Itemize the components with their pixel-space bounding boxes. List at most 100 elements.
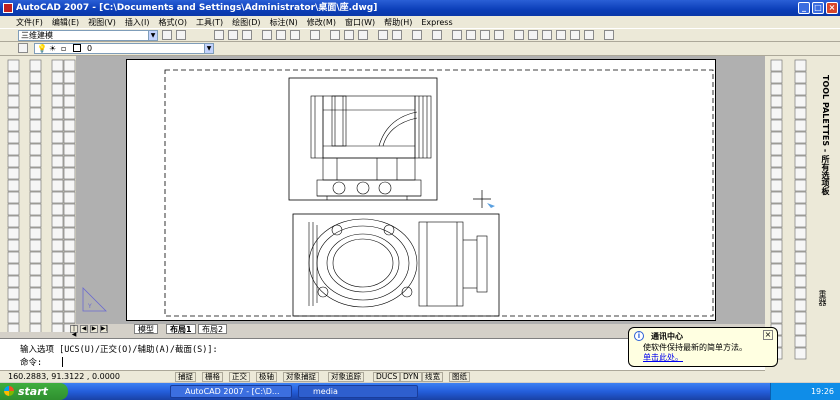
lineweight-button[interactable]: 线宽	[422, 372, 443, 382]
tool-icon	[794, 203, 807, 216]
block-editor-icon[interactable]	[392, 30, 402, 40]
last-tab-button[interactable]: ▶|	[100, 325, 108, 333]
menu-dimension[interactable]: 标注(N)	[270, 17, 298, 28]
tool-icon	[63, 263, 76, 276]
copy-icon[interactable]	[344, 30, 354, 40]
menu-window[interactable]: 窗口(W)	[345, 17, 375, 28]
balloon-link[interactable]: 单击此处。	[643, 352, 683, 363]
menu-modify[interactable]: 修改(M)	[307, 17, 336, 28]
tool-icon	[29, 263, 42, 276]
menu-insert[interactable]: 插入(I)	[125, 17, 150, 28]
tool-icon	[770, 131, 783, 144]
tool-icon	[770, 119, 783, 132]
clock[interactable]: 19:26	[811, 387, 834, 396]
menu-view[interactable]: 视图(V)	[88, 17, 116, 28]
polar-button[interactable]: 极轴	[256, 372, 277, 382]
start-label: start	[18, 385, 48, 398]
tool-icon	[63, 239, 76, 252]
3d-dwf-icon[interactable]	[310, 30, 320, 40]
tool-icon	[7, 251, 20, 264]
menu-tools[interactable]: 工具(T)	[196, 17, 223, 28]
first-tab-button[interactable]: |◀	[70, 325, 78, 338]
properties-icon[interactable]	[514, 30, 524, 40]
balloon-close-button[interactable]: ×	[763, 330, 773, 340]
osnap-button[interactable]: 对象捕捉	[283, 372, 319, 382]
sheet-set-icon[interactable]	[556, 30, 566, 40]
save-icon[interactable]	[242, 30, 252, 40]
tool-icon	[51, 251, 64, 264]
help-icon[interactable]	[604, 30, 614, 40]
left-tool-icons[interactable]	[0, 56, 76, 336]
markup-icon[interactable]	[570, 30, 580, 40]
layer-manager-icon[interactable]	[18, 43, 28, 53]
snap-button[interactable]: 捕捉	[175, 372, 196, 382]
zoom-previous-icon[interactable]	[494, 30, 504, 40]
tab-model[interactable]: 模型	[134, 324, 158, 334]
new-file-icon[interactable]	[214, 30, 224, 40]
chevron-down-icon[interactable]: ▼	[204, 44, 213, 53]
tool-icon	[7, 119, 20, 132]
tool-icon	[770, 155, 783, 168]
zoom-window-icon[interactable]	[480, 30, 490, 40]
menu-express[interactable]: Express	[421, 18, 452, 27]
dyn-button[interactable]: DYN	[400, 372, 422, 382]
tool-icon	[770, 227, 783, 240]
palette-section-tab[interactable]: 重器	[817, 290, 828, 306]
publish-icon[interactable]	[290, 30, 300, 40]
undo-icon[interactable]	[412, 30, 422, 40]
maximize-button[interactable]: □	[812, 2, 824, 14]
open-file-icon[interactable]	[228, 30, 238, 40]
tool-icon	[29, 203, 42, 216]
coordinate-readout[interactable]: 160.2883, 91.3122 , 0.0000	[8, 371, 120, 382]
ducs-button[interactable]: DUCS	[373, 372, 401, 382]
redo-icon[interactable]	[432, 30, 442, 40]
taskbar-item-autocad[interactable]: AutoCAD 2007 - [C:\D...	[170, 385, 292, 398]
menu-edit[interactable]: 编辑(E)	[52, 17, 79, 28]
design-center-icon[interactable]	[528, 30, 538, 40]
tool-icon	[63, 251, 76, 264]
menu-help[interactable]: 帮助(H)	[384, 17, 412, 28]
tool-icon	[51, 107, 64, 120]
next-tab-button[interactable]: ▶	[90, 325, 98, 333]
tool-icon	[63, 227, 76, 240]
tool-icon	[770, 59, 783, 72]
menu-draw[interactable]: 绘图(D)	[232, 17, 260, 28]
cut-icon[interactable]	[330, 30, 340, 40]
pan-icon[interactable]	[452, 30, 462, 40]
tab-layout2[interactable]: 布局2	[198, 324, 228, 334]
paper-sheet[interactable]	[126, 59, 716, 321]
taskbar-item-media[interactable]: media	[298, 385, 418, 398]
workspace-save-icon[interactable]	[176, 30, 186, 40]
grid-button[interactable]: 栅格	[202, 372, 223, 382]
command-prompt[interactable]: 命令:	[20, 356, 42, 368]
start-button[interactable]: start	[0, 383, 68, 400]
workspace-select[interactable]: 三维建模 ▼	[18, 30, 158, 41]
zoom-realtime-icon[interactable]	[466, 30, 476, 40]
drawing-svg[interactable]	[127, 60, 717, 322]
menu-file[interactable]: 文件(F)	[16, 17, 43, 28]
paste-icon[interactable]	[358, 30, 368, 40]
command-history: 输入选项 [UCS(U)/正交(O)/辅助(A)/截面(S)]:	[20, 345, 218, 355]
tool-icon	[29, 107, 42, 120]
ortho-button[interactable]: 正交	[229, 372, 250, 382]
print-preview-icon[interactable]	[276, 30, 286, 40]
tab-layout1[interactable]: 布局1	[166, 324, 196, 334]
prev-tab-button[interactable]: ◀	[80, 325, 88, 333]
match-properties-icon[interactable]	[378, 30, 388, 40]
calculator-icon[interactable]	[584, 30, 594, 40]
chevron-down-icon[interactable]: ▼	[148, 31, 157, 40]
close-button[interactable]: ×	[826, 2, 838, 14]
sun-icon: ☀	[49, 44, 57, 53]
drawing-area[interactable]: Y	[76, 56, 765, 324]
tool-icon	[29, 179, 42, 192]
otrack-button[interactable]: 对象追踪	[328, 372, 364, 382]
paper-button[interactable]: 图纸	[449, 372, 470, 382]
print-icon[interactable]	[262, 30, 272, 40]
tool-palettes-icon[interactable]	[542, 30, 552, 40]
layer-select[interactable]: 💡 ☀ ▫ 0 ▼	[34, 43, 214, 54]
autocad-app-icon[interactable]	[3, 3, 13, 13]
menu-format[interactable]: 格式(O)	[158, 17, 187, 28]
minimize-button[interactable]: _	[798, 2, 810, 14]
tool-icon	[63, 191, 76, 204]
workspace-settings-icon[interactable]	[162, 30, 172, 40]
